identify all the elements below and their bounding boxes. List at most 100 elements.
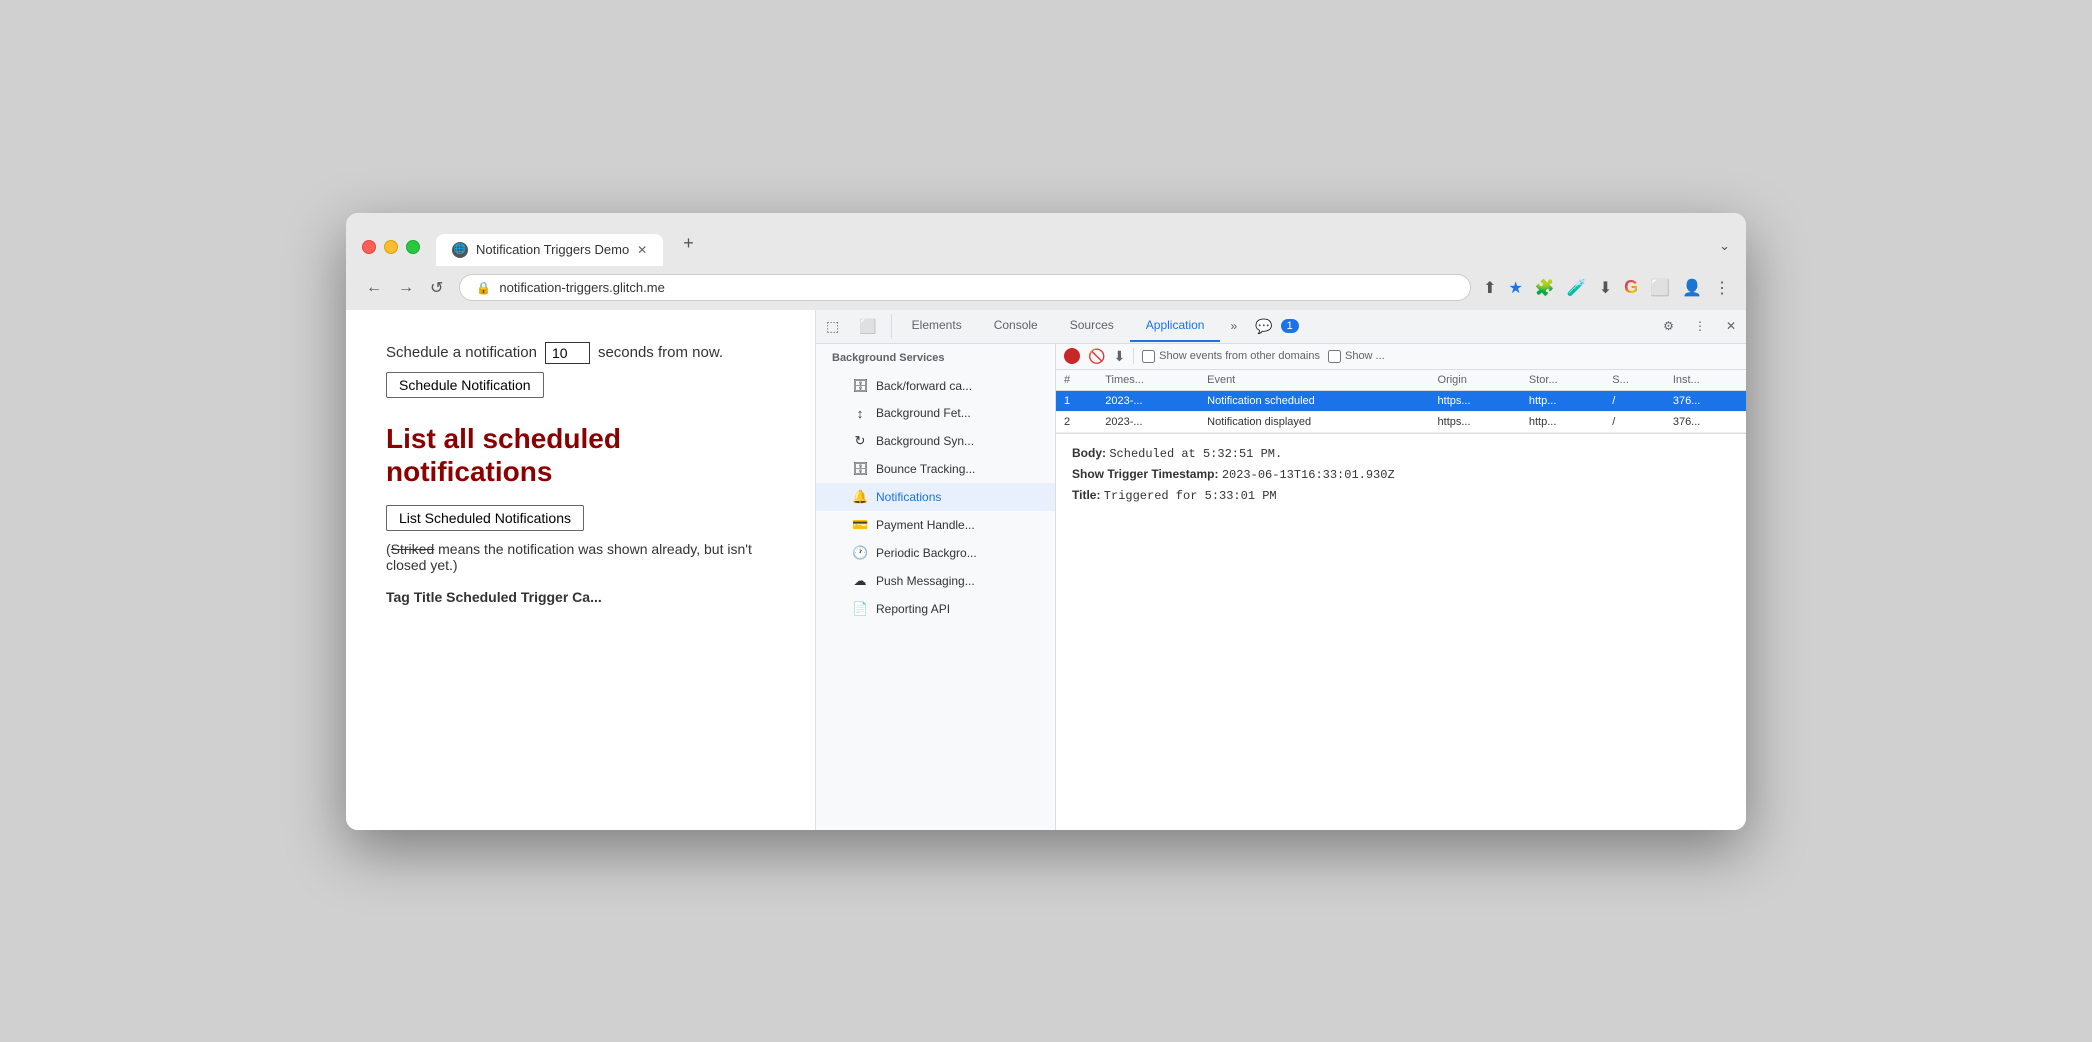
toolbar-separator [1133, 348, 1134, 364]
schedule-text: Schedule a notification seconds from now… [386, 342, 775, 364]
col-storage: Stor... [1521, 370, 1604, 391]
sidebar-section-label: Background Services [816, 344, 1055, 372]
download-icon[interactable]: ⬇ [1599, 278, 1612, 298]
devtools-close-button[interactable]: ✕ [1716, 311, 1746, 341]
table-header-row: # Times... Event Origin Stor... S... Ins… [1056, 370, 1746, 391]
cell-num: 1 [1056, 390, 1097, 411]
tab-elements[interactable]: Elements [896, 310, 978, 342]
cell-event: Notification scheduled [1199, 390, 1429, 411]
address-input[interactable]: 🔒 notification-triggers.glitch.me [459, 274, 1471, 301]
minimize-traffic-light[interactable] [384, 240, 398, 254]
active-tab[interactable]: 🌐 Notification Triggers Demo ✕ [436, 234, 663, 266]
sidebar-item-back-forward-cache[interactable]: 🗄 Back/forward ca... [816, 372, 1055, 400]
detail-title-label: Title: [1072, 488, 1100, 502]
sidebar-item-push-messaging[interactable]: ☁ Push Messaging... [816, 567, 1055, 595]
devtools-sidebar: Background Services 🗄 Back/forward ca...… [816, 344, 1056, 830]
sidebar-item-background-fetch[interactable]: ↕ Background Fet... [816, 400, 1055, 427]
fetch-icon: ↕ [852, 406, 868, 421]
table-row[interactable]: 1 2023-... Notification scheduled https.… [1056, 390, 1746, 411]
schedule-seconds-input[interactable] [545, 342, 590, 364]
devtools-device-icon[interactable]: ⬜ [849, 310, 886, 343]
sidebar-item-label: Background Fet... [876, 406, 971, 420]
table-row[interactable]: 2 2023-... Notification displayed https.… [1056, 411, 1746, 432]
split-view-icon[interactable]: ⬜ [1650, 278, 1670, 298]
devtools-more-tabs[interactable]: » [1220, 311, 1247, 341]
database-icon: 🗄 [852, 378, 868, 394]
col-s: S... [1604, 370, 1665, 391]
lock-icon: 🔒 [476, 281, 491, 295]
sync-icon: ↻ [852, 433, 868, 449]
list-heading: List all scheduled notifications [386, 422, 775, 489]
cell-storage: http... [1521, 411, 1604, 432]
more-options-icon[interactable]: ⋮ [1714, 278, 1730, 298]
browser-content: Schedule a notification seconds from now… [346, 310, 1746, 830]
maximize-traffic-light[interactable] [406, 240, 420, 254]
event-detail-panel: Body: Scheduled at 5:32:51 PM. Show Trig… [1056, 433, 1746, 830]
tab-console[interactable]: Console [978, 310, 1054, 342]
schedule-notification-button[interactable]: Schedule Notification [386, 372, 544, 398]
detail-trigger-row: Show Trigger Timestamp: 2023-06-13T16:33… [1072, 467, 1730, 482]
cloud-icon: ☁ [852, 573, 868, 589]
share-icon[interactable]: ⬆ [1483, 278, 1496, 298]
detail-body-label: Body: [1072, 446, 1106, 460]
list-scheduled-notifications-button[interactable]: List Scheduled Notifications [386, 505, 584, 531]
clear-button[interactable]: 🚫 [1088, 348, 1105, 365]
close-traffic-light[interactable] [362, 240, 376, 254]
show-more-checkbox[interactable]: Show ... [1328, 350, 1385, 363]
tab-application[interactable]: Application [1130, 310, 1221, 342]
col-timestamp: Times... [1097, 370, 1199, 391]
bookmark-icon[interactable]: ★ [1509, 278, 1523, 298]
devtools-more-options-icon[interactable]: ⋮ [1684, 311, 1716, 341]
detail-trigger-label: Show Trigger Timestamp: [1072, 467, 1218, 481]
sidebar-item-label: Bounce Tracking... [876, 462, 975, 476]
cell-timestamp: 2023-... [1097, 411, 1199, 432]
export-button[interactable]: ⬇ [1113, 348, 1125, 365]
devtools-body: Background Services 🗄 Back/forward ca...… [816, 344, 1746, 830]
cell-storage: http... [1521, 390, 1604, 411]
payment-icon: 💳 [852, 517, 868, 533]
new-tab-button[interactable]: + [671, 225, 706, 266]
schedule-label-before: Schedule a notification [386, 344, 537, 361]
table-header-label: Tag Title Scheduled Trigger Ca... [386, 589, 775, 605]
profile-icon[interactable]: 👤 [1682, 278, 1702, 298]
sidebar-item-periodic-background[interactable]: 🕐 Periodic Backgro... [816, 539, 1055, 567]
sidebar-item-payment-handler[interactable]: 💳 Payment Handle... [816, 511, 1055, 539]
devtools-tabs-area: ⬚ ⬜ Elements Console Sources Application… [816, 310, 1307, 343]
sidebar-item-reporting-api[interactable]: 📄 Reporting API [816, 595, 1055, 623]
sidebar-item-bounce-tracking[interactable]: 🗄 Bounce Tracking... [816, 455, 1055, 483]
extensions-icon[interactable]: 🧩 [1535, 278, 1555, 298]
title-bar: 🌐 Notification Triggers Demo ✕ + ⌄ [346, 213, 1746, 266]
cell-origin: https... [1430, 411, 1521, 432]
devtools-settings-icon[interactable]: ⚙ [1653, 311, 1684, 341]
sidebar-item-background-sync[interactable]: ↻ Background Syn... [816, 427, 1055, 455]
tab-expand-button[interactable]: ⌄ [1719, 238, 1730, 266]
devtools-select-icon[interactable]: ⬚ [816, 310, 849, 343]
google-icon[interactable]: G [1624, 277, 1638, 298]
nav-buttons: ← → ↺ [362, 274, 447, 302]
sidebar-item-notifications[interactable]: 🔔 Notifications [816, 483, 1055, 511]
chat-icon[interactable]: 💬 [1255, 318, 1272, 335]
forward-button[interactable]: → [394, 275, 418, 301]
tab-sources[interactable]: Sources [1054, 310, 1130, 342]
cell-origin: https... [1430, 390, 1521, 411]
show-other-domains-checkbox[interactable]: Show events from other domains [1142, 350, 1320, 363]
sidebar-item-label: Payment Handle... [876, 518, 975, 532]
cell-num: 2 [1056, 411, 1097, 432]
back-button[interactable]: ← [362, 275, 386, 301]
chat-badge: 1 [1281, 319, 1299, 333]
schedule-label-after: seconds from now. [598, 344, 723, 361]
reload-button[interactable]: ↺ [426, 274, 447, 302]
bounce-icon: 🗄 [852, 461, 868, 477]
events-data-table: # Times... Event Origin Stor... S... Ins… [1056, 370, 1746, 433]
striked-note: (Striked means the notification was show… [386, 541, 775, 573]
browser-window: 🌐 Notification Triggers Demo ✕ + ⌄ ← → ↺… [346, 213, 1746, 830]
lab-icon[interactable]: 🧪 [1567, 278, 1587, 298]
traffic-lights [362, 240, 420, 266]
record-button[interactable] [1064, 348, 1080, 364]
tab-favicon: 🌐 [452, 242, 468, 258]
schedule-section: Schedule a notification seconds from now… [386, 342, 775, 398]
tab-close-button[interactable]: ✕ [637, 243, 647, 257]
events-table: # Times... Event Origin Stor... S... Ins… [1056, 370, 1746, 433]
page-content: Schedule a notification seconds from now… [346, 310, 816, 830]
detail-title-row: Title: Triggered for 5:33:01 PM [1072, 488, 1730, 503]
